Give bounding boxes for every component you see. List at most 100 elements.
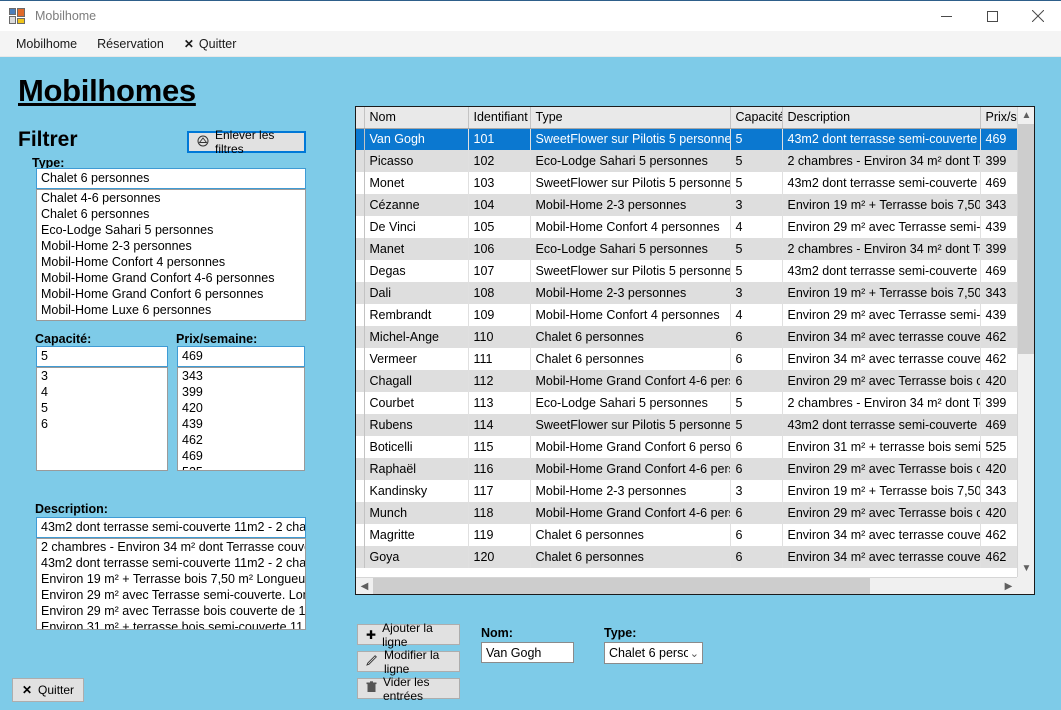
table-row[interactable]: Chagall 112 Mobil-Home Grand Confort 4-6 p… <box>356 370 1017 392</box>
cell-description[interactable]: 2 chambres - Environ 34 m² dont Terra... <box>782 150 981 172</box>
type-filter-selected[interactable]: Chalet 6 personnes <box>36 168 306 189</box>
cell-nom[interactable]: De Vinci <box>364 216 469 238</box>
list-item[interactable]: SweetFlower sur Pilotis 5 personnes <box>37 318 305 320</box>
list-item[interactable]: 469 <box>178 448 304 464</box>
row-selector[interactable] <box>356 172 365 194</box>
table-row[interactable]: Courbet 113 Eco-Lodge Sahari 5 personnes 5 2… <box>356 392 1017 414</box>
maximize-icon[interactable] <box>969 1 1015 31</box>
cell-type[interactable]: Mobil-Home Grand Confort 6 personnes <box>530 436 731 458</box>
cell-type[interactable]: Chalet 6 personnes <box>530 524 731 546</box>
capacite-filter-list[interactable]: 3 4 5 6 <box>36 367 168 471</box>
menu-item-quitter[interactable]: ✕ Quitter <box>174 34 247 54</box>
cell-description[interactable]: 43m2 dont terrasse semi-couverte 11m... <box>782 172 981 194</box>
cell-identifiant[interactable]: 115 <box>468 436 531 458</box>
table-row[interactable]: Degas 107 SweetFlower sur Pilotis 5 person… <box>356 260 1017 282</box>
cell-nom[interactable]: Dali <box>364 282 469 304</box>
cell-prix[interactable]: 525 <box>980 436 1017 458</box>
cell-identifiant[interactable]: 103 <box>468 172 531 194</box>
cell-type[interactable]: Chalet 6 personnes <box>530 348 731 370</box>
cell-type[interactable]: Mobil-Home 2-3 personnes <box>530 194 731 216</box>
list-item[interactable]: 399 <box>178 384 304 400</box>
cell-nom[interactable]: Kandinsky <box>364 480 469 502</box>
capacite-filter-selected[interactable]: 5 <box>36 346 168 367</box>
cell-nom[interactable]: Courbet <box>364 392 469 414</box>
add-row-button[interactable]: ✚ Ajouter la ligne <box>357 621 460 649</box>
cell-capacite[interactable]: 6 <box>730 502 783 524</box>
cell-capacite[interactable]: 5 <box>730 150 783 172</box>
row-selector[interactable] <box>356 260 365 282</box>
list-item[interactable]: Mobil-Home Grand Confort 6 personnes <box>37 286 305 302</box>
cell-capacite[interactable]: 5 <box>730 238 783 260</box>
description-filter-selected[interactable]: 43m2 dont terrasse semi-couverte 11m2 - … <box>36 517 306 538</box>
horizontal-scrollbar-thumb[interactable] <box>373 577 870 594</box>
cell-description[interactable]: Environ 34 m² avec terrasse couverte ... <box>782 326 981 348</box>
row-selector[interactable] <box>356 436 365 458</box>
cell-prix[interactable]: 462 <box>980 524 1017 546</box>
cell-prix[interactable]: 343 <box>980 282 1017 304</box>
row-selector[interactable] <box>356 238 365 260</box>
row-selector[interactable] <box>356 414 365 436</box>
row-selector[interactable] <box>356 546 365 568</box>
cell-description[interactable]: Environ 34 m² avec terrasse couverte ... <box>782 524 981 546</box>
cell-description[interactable]: Environ 29 m² avec Terrasse bois cou... <box>782 502 981 524</box>
cell-type[interactable]: Eco-Lodge Sahari 5 personnes <box>530 150 731 172</box>
row-selector[interactable] <box>356 216 365 238</box>
cell-nom[interactable]: Rembrandt <box>364 304 469 326</box>
table-row[interactable]: De Vinci 105 Mobil-Home Confort 4 personne… <box>356 216 1017 238</box>
cell-nom[interactable]: Goya <box>364 546 469 568</box>
table-row[interactable]: Dali 108 Mobil-Home 2-3 personnes 3 Environ … <box>356 282 1017 304</box>
cell-type[interactable]: Mobil-Home Grand Confort 4-6 person... <box>530 370 731 392</box>
quit-button[interactable]: ✕ Quitter <box>12 678 84 702</box>
row-selector[interactable] <box>356 524 365 546</box>
cell-identifiant[interactable]: 116 <box>468 458 531 480</box>
cell-prix[interactable]: 420 <box>980 458 1017 480</box>
list-item[interactable]: 3 <box>37 368 167 384</box>
cell-description[interactable]: 2 chambres - Environ 34 m² dont Terra... <box>782 392 981 414</box>
cell-description[interactable]: Environ 29 m² avec Terrasse semi-co... <box>782 304 981 326</box>
table-row[interactable]: Rembrandt 109 Mobil-Home Confort 4 personn… <box>356 304 1017 326</box>
cell-nom[interactable]: Vermeer <box>364 348 469 370</box>
cell-type[interactable]: Eco-Lodge Sahari 5 personnes <box>530 392 731 414</box>
cell-nom[interactable]: Raphaël <box>364 458 469 480</box>
cell-description[interactable]: Environ 19 m² + Terrasse bois 7,50 m² ..… <box>782 282 981 304</box>
table-row[interactable]: Vermeer 111 Chalet 6 personnes 6 Environ 34 … <box>356 348 1017 370</box>
row-selector[interactable] <box>356 326 365 348</box>
cell-prix[interactable]: 439 <box>980 304 1017 326</box>
cell-prix[interactable]: 399 <box>980 238 1017 260</box>
prix-filter-selected[interactable]: 469 <box>177 346 305 367</box>
cell-type[interactable]: SweetFlower sur Pilotis 5 personnes <box>530 260 731 282</box>
description-filter-list[interactable]: 2 chambres - Environ 34 m² dont Terrasse… <box>36 538 306 630</box>
cell-identifiant[interactable]: 108 <box>468 282 531 304</box>
cell-type[interactable]: SweetFlower sur Pilotis 5 personnes <box>530 414 731 436</box>
cell-capacite[interactable]: 5 <box>730 128 783 150</box>
row-selector[interactable] <box>356 458 365 480</box>
list-item[interactable]: 525 <box>178 464 304 470</box>
cell-identifiant[interactable]: 101 <box>468 128 531 150</box>
horizontal-scrollbar-track[interactable] <box>870 577 1000 594</box>
cell-prix[interactable]: 439 <box>980 216 1017 238</box>
row-selector[interactable] <box>356 282 365 304</box>
cell-prix[interactable]: 469 <box>980 414 1017 436</box>
list-item[interactable]: Mobil-Home Grand Confort 4-6 personnes <box>37 270 305 286</box>
cell-capacite[interactable]: 5 <box>730 414 783 436</box>
cell-identifiant[interactable]: 112 <box>468 370 531 392</box>
cell-identifiant[interactable]: 113 <box>468 392 531 414</box>
scroll-left-icon[interactable]: ◀ <box>356 577 373 594</box>
cell-description[interactable]: Environ 29 m² avec Terrasse bois cou... <box>782 370 981 392</box>
nom-input[interactable] <box>481 642 574 663</box>
menu-item-reservation[interactable]: Réservation <box>87 34 174 54</box>
cell-capacite[interactable]: 3 <box>730 194 783 216</box>
cell-capacite[interactable]: 4 <box>730 304 783 326</box>
cell-nom[interactable]: Boticelli <box>364 436 469 458</box>
cell-identifiant[interactable]: 114 <box>468 414 531 436</box>
cell-capacite[interactable]: 3 <box>730 282 783 304</box>
list-item[interactable]: 5 <box>37 400 167 416</box>
cell-prix[interactable]: 469 <box>980 128 1017 150</box>
cell-identifiant[interactable]: 117 <box>468 480 531 502</box>
cell-capacite[interactable]: 5 <box>730 172 783 194</box>
cell-capacite[interactable]: 6 <box>730 370 783 392</box>
cell-prix[interactable]: 343 <box>980 480 1017 502</box>
cell-nom[interactable]: Munch <box>364 502 469 524</box>
close-icon[interactable] <box>1015 1 1061 31</box>
table-row[interactable]: Boticelli 115 Mobil-Home Grand Confort 6 p… <box>356 436 1017 458</box>
